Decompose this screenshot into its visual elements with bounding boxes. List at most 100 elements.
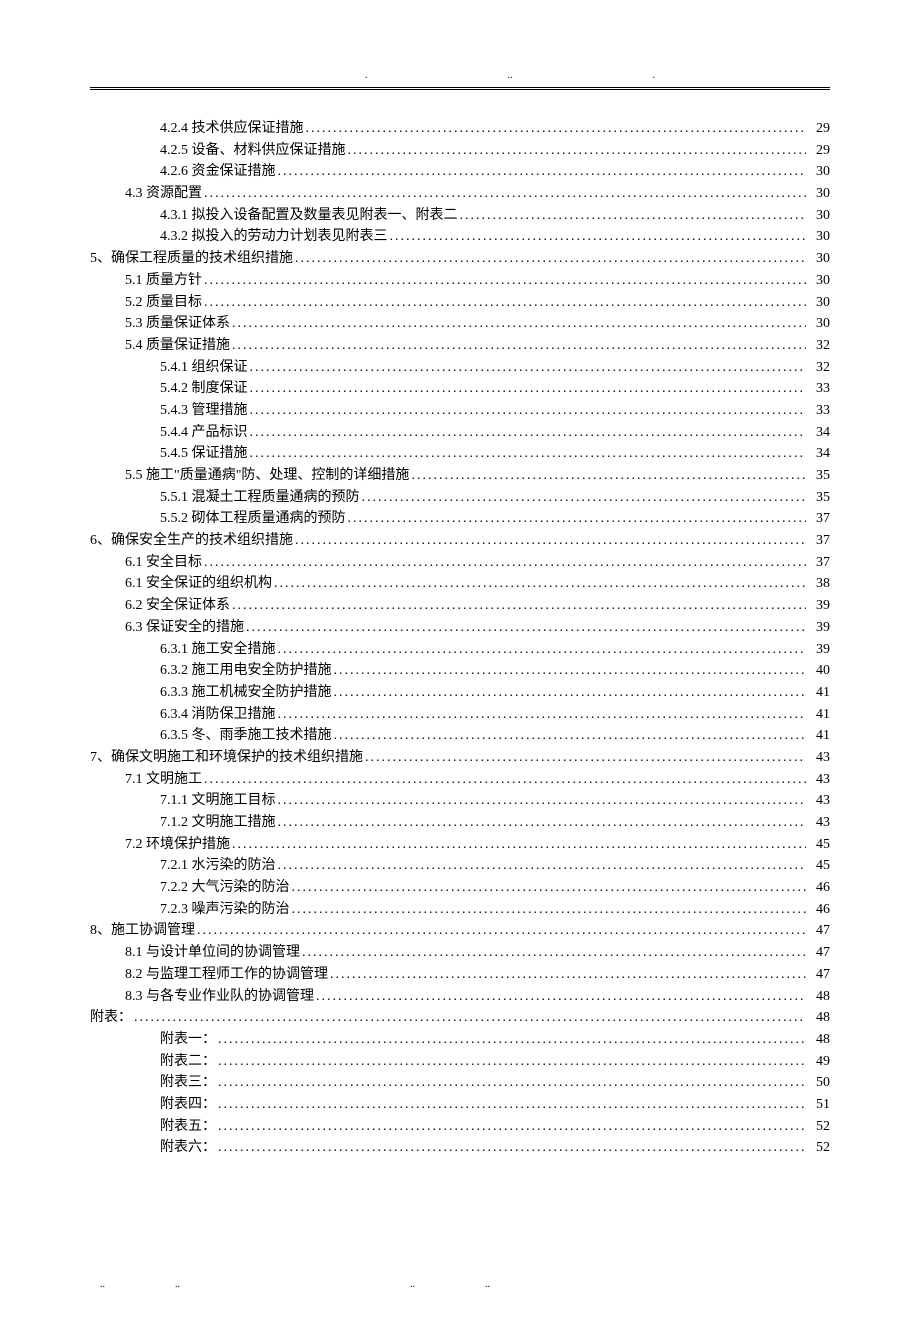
toc-leader-dots <box>365 747 806 769</box>
toc-entry: 6.3.1 施工安全措施39 <box>90 639 830 661</box>
toc-entry-page: 43 <box>808 769 830 791</box>
toc-entry-title: 7.1 文明施工 <box>125 769 202 791</box>
toc-entry-title: 附表： <box>90 1007 132 1029</box>
toc-entry-title: 8.1 与设计单位间的协调管理 <box>125 942 300 964</box>
toc-entry: 4.3 资源配置30 <box>90 183 830 205</box>
toc-entry: 7.2.2 大气污染的防治46 <box>90 877 830 899</box>
document-page: . .. . 4.2.4 技术供应保证措施294.2.5 设备、材料供应保证措施… <box>0 0 920 1330</box>
toc-entry: 5.4.2 制度保证33 <box>90 378 830 400</box>
toc-entry-page: 43 <box>808 812 830 834</box>
toc-entry-page: 46 <box>808 899 830 921</box>
toc-entry-page: 35 <box>808 487 830 509</box>
toc-leader-dots <box>278 790 807 812</box>
toc-entry: 7.2.3 噪声污染的防治 46 <box>90 899 830 921</box>
toc-entry-page: 45 <box>808 855 830 877</box>
toc-entry: 5.3 质量保证体系30 <box>90 313 830 335</box>
toc-entry-page: 30 <box>808 205 830 227</box>
toc-leader-dots <box>362 487 807 509</box>
toc-entry-page: 41 <box>808 704 830 726</box>
toc-leader-dots <box>218 1072 806 1094</box>
header-marks: . .. . <box>90 70 830 81</box>
toc-entry-title: 附表六： <box>160 1137 216 1159</box>
toc-entry-title: 5、确保工程质量的技术组织措施 <box>90 248 293 270</box>
toc-entry-title: 6.3.2 施工用电安全防护措施 <box>160 660 332 682</box>
toc-leader-dots <box>250 378 807 400</box>
toc-entry-page: 45 <box>808 834 830 856</box>
toc-leader-dots <box>204 552 806 574</box>
footer-mark: .. <box>485 1279 490 1290</box>
toc-leader-dots <box>197 920 806 942</box>
toc-entry-title: 7.2.3 噪声污染的防治 <box>160 899 290 921</box>
toc-entry-page: 30 <box>808 270 830 292</box>
toc-leader-dots <box>348 140 807 162</box>
toc-entry-title: 6.3.4 消防保卫措施 <box>160 704 276 726</box>
toc-entry-page: 39 <box>808 595 830 617</box>
toc-entry-title: 4.2.4 技术供应保证措施 <box>160 118 304 140</box>
toc-leader-dots <box>330 964 806 986</box>
toc-entry: 4.3.1 拟投入设备配置及数量表见附表一、附表二30 <box>90 205 830 227</box>
toc-entry: 5.4 质量保证措施32 <box>90 335 830 357</box>
table-of-contents: 4.2.4 技术供应保证措施294.2.5 设备、材料供应保证措施294.2.6… <box>90 118 830 1159</box>
toc-leader-dots <box>274 573 806 595</box>
toc-leader-dots <box>204 270 806 292</box>
toc-leader-dots <box>204 292 806 314</box>
toc-leader-dots <box>218 1094 806 1116</box>
toc-entry: 4.2.5 设备、材料供应保证措施29 <box>90 140 830 162</box>
toc-entry-page: 40 <box>808 660 830 682</box>
toc-entry-title: 7、确保文明施工和环境保护的技术组织措施 <box>90 747 363 769</box>
toc-entry-page: 37 <box>808 530 830 552</box>
toc-entry: 6.1 安全保证的组织机构38 <box>90 573 830 595</box>
toc-leader-dots <box>278 812 807 834</box>
toc-entry-page: 30 <box>808 226 830 248</box>
toc-entry-title: 6.3.5 冬、雨季施工技术措施 <box>160 725 332 747</box>
toc-entry: 5.2 质量目标30 <box>90 292 830 314</box>
toc-entry: 附表二： 49 <box>90 1051 830 1073</box>
toc-entry-page: 43 <box>808 790 830 812</box>
toc-entry: 5.4.4 产品标识34 <box>90 422 830 444</box>
toc-leader-dots <box>278 639 807 661</box>
toc-entry-page: 30 <box>808 161 830 183</box>
toc-leader-dots <box>134 1007 806 1029</box>
toc-entry: 附表：48 <box>90 1007 830 1029</box>
toc-entry-page: 47 <box>808 964 830 986</box>
toc-entry-page: 41 <box>808 725 830 747</box>
toc-entry-title: 6.3 保证安全的措施 <box>125 617 244 639</box>
toc-entry-title: 4.2.5 设备、材料供应保证措施 <box>160 140 346 162</box>
toc-entry: 8、施工协调管理47 <box>90 920 830 942</box>
toc-entry: 6.2 安全保证体系39 <box>90 595 830 617</box>
toc-entry-title: 5.4.1 组织保证 <box>160 357 248 379</box>
toc-entry-title: 附表二： <box>160 1051 216 1073</box>
toc-entry: 5.4.5 保证措施34 <box>90 443 830 465</box>
toc-entry-page: 50 <box>808 1072 830 1094</box>
toc-entry-page: 32 <box>808 335 830 357</box>
toc-entry-page: 49 <box>808 1051 830 1073</box>
toc-leader-dots <box>302 942 806 964</box>
toc-entry: 6.3 保证安全的措施39 <box>90 617 830 639</box>
toc-leader-dots <box>390 226 807 248</box>
toc-entry: 7、确保文明施工和环境保护的技术组织措施43 <box>90 747 830 769</box>
toc-leader-dots <box>411 465 806 487</box>
toc-entry-title: 7.2.1 水污染的防治 <box>160 855 276 877</box>
toc-leader-dots <box>278 704 807 726</box>
toc-entry-title: 附表五： <box>160 1116 216 1138</box>
toc-entry-page: 39 <box>808 639 830 661</box>
toc-leader-dots <box>460 205 807 227</box>
toc-entry-page: 37 <box>808 508 830 530</box>
toc-leader-dots <box>295 248 806 270</box>
toc-entry-title: 4.3 资源配置 <box>125 183 202 205</box>
toc-entry: 7.1.1 文明施工目标 43 <box>90 790 830 812</box>
toc-entry-title: 附表一： <box>160 1029 216 1051</box>
toc-entry: 4.3.2 拟投入的劳动力计划表见附表三 30 <box>90 226 830 248</box>
toc-entry-title: 4.3.2 拟投入的劳动力计划表见附表三 <box>160 226 388 248</box>
toc-entry-page: 32 <box>808 357 830 379</box>
toc-entry-page: 30 <box>808 292 830 314</box>
toc-entry: 5.4.3 管理措施33 <box>90 400 830 422</box>
toc-entry-title: 5.4.3 管理措施 <box>160 400 248 422</box>
toc-leader-dots <box>250 443 807 465</box>
toc-entry: 5、确保工程质量的技术组织措施30 <box>90 248 830 270</box>
toc-entry-title: 7.1.1 文明施工目标 <box>160 790 276 812</box>
toc-entry-title: 8、施工协调管理 <box>90 920 195 942</box>
toc-entry-title: 8.3 与各专业作业队的协调管理 <box>125 986 314 1008</box>
toc-entry-title: 6.1 安全目标 <box>125 552 202 574</box>
toc-entry: 6.1 安全目标37 <box>90 552 830 574</box>
